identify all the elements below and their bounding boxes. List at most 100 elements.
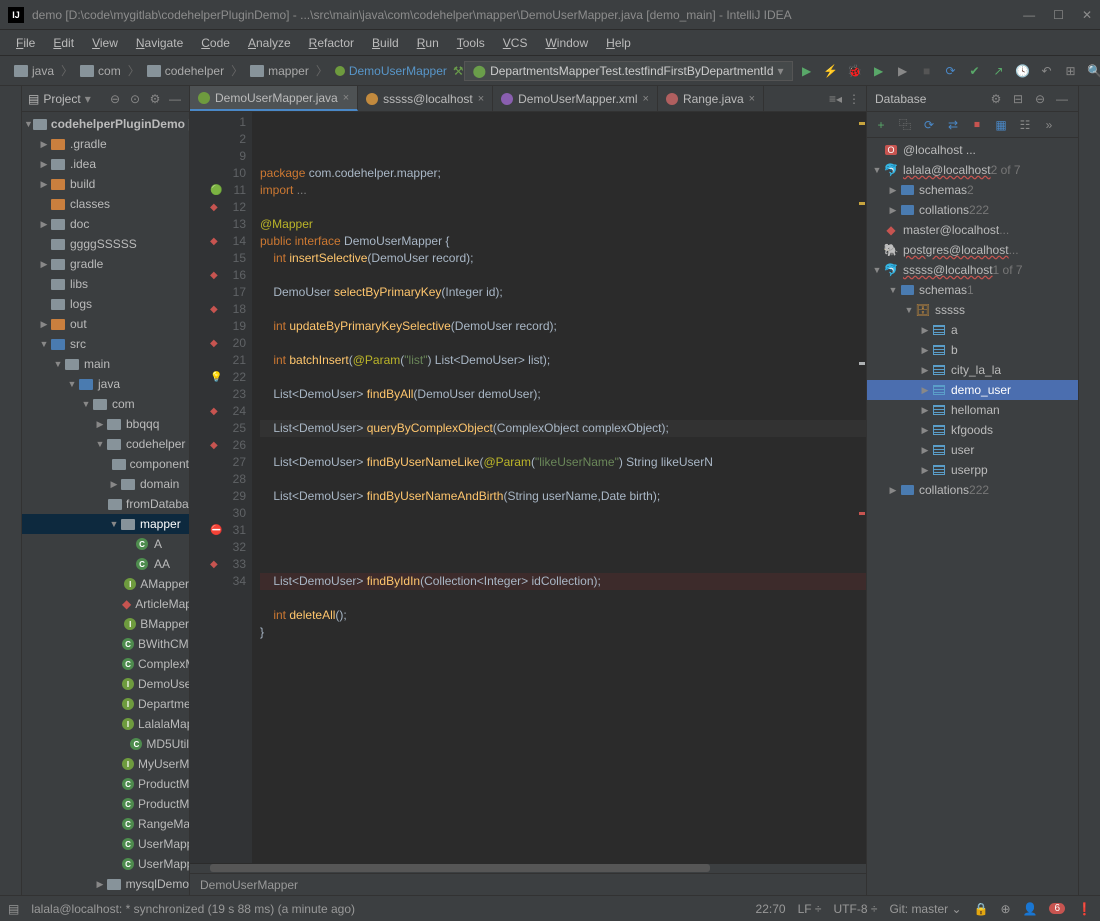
tree-node[interactable]: ▶out [22, 314, 189, 334]
tree-node[interactable]: IBMapper [22, 614, 189, 634]
gear-icon[interactable]: ⚙ [988, 91, 1004, 107]
close-icon[interactable]: × [749, 93, 755, 105]
tree-node[interactable]: IDepartmentsMapper [22, 694, 189, 714]
db-node[interactable]: ▶userpp [867, 460, 1078, 480]
code-line[interactable] [260, 522, 866, 539]
gutter-mark-icon[interactable]: ◆ [210, 267, 218, 284]
minimize-icon[interactable]: — [1023, 8, 1035, 22]
code-line[interactable] [260, 590, 866, 607]
gutter-mark-icon[interactable]: ◆ [210, 437, 218, 454]
debug-flash-icon[interactable]: ⚡ [823, 63, 839, 79]
gutter[interactable]: 12910🟢11◆1213◆1415◆1617◆1819◆2021💡2223◆2… [190, 112, 252, 863]
line-separator[interactable]: LF ÷ [798, 902, 822, 916]
arrow-icon[interactable]: ▶ [94, 419, 106, 430]
menu-code[interactable]: Code [193, 33, 238, 53]
tree-node[interactable]: CProductMapper [22, 774, 189, 794]
tree-node[interactable]: logs [22, 294, 189, 314]
db-node[interactable]: ▶city_la_la [867, 360, 1078, 380]
code-line[interactable]: List<DemoUser> findByIdIn(Collection<Int… [260, 573, 866, 590]
collapse-icon[interactable]: ⊖ [1032, 91, 1048, 107]
tree-node[interactable]: CRangeMapper [22, 814, 189, 834]
tree-node[interactable]: ▼main [22, 354, 189, 374]
project-tree[interactable]: ▼ codehelperPluginDemo [demo] ▶.gradle▶.… [22, 112, 189, 895]
encoding[interactable]: UTF-8 ÷ [834, 902, 878, 916]
arrow-icon[interactable]: ▼ [887, 285, 899, 295]
db-node[interactable]: ▶kfgoods [867, 420, 1078, 440]
arrow-icon[interactable]: ▼ [871, 265, 883, 275]
sync-icon[interactable]: ⇄ [945, 117, 961, 133]
tree-node[interactable]: ▶.idea [22, 154, 189, 174]
maximize-icon[interactable]: ☐ [1053, 8, 1064, 22]
tree-node[interactable]: fromDatabase [22, 494, 189, 514]
tree-node[interactable]: ▼codehelper [22, 434, 189, 454]
menu-run[interactable]: Run [409, 33, 447, 53]
arrow-icon[interactable]: ▶ [38, 179, 50, 190]
db-node[interactable]: ▶collations 222 [867, 200, 1078, 220]
hector-icon[interactable]: 👤 [1023, 902, 1038, 916]
sync-status-icon[interactable]: ▤ [8, 902, 19, 916]
db-node[interactable]: ▶b [867, 340, 1078, 360]
stop-icon[interactable]: ■ [919, 63, 935, 79]
arrow-icon[interactable]: ▶ [38, 259, 50, 270]
lock-icon[interactable]: 🔒 [974, 902, 989, 916]
stop-icon[interactable]: ⏹ [969, 117, 985, 133]
arrow-icon[interactable]: ▶ [919, 445, 931, 456]
code-line[interactable]: List<DemoUser> findByUserNameAndBirth(St… [260, 488, 866, 505]
cursor-position[interactable]: 22:70 [756, 902, 786, 916]
tree-node[interactable]: IMyUserMapper [22, 754, 189, 774]
collapse-icon[interactable]: ⊖ [107, 91, 123, 107]
menu-analyze[interactable]: Analyze [240, 33, 299, 53]
gutter-mark-icon[interactable]: 💡 [210, 369, 222, 386]
gutter-mark-icon[interactable]: ◆ [210, 335, 218, 352]
arrow-icon[interactable]: ▶ [38, 159, 50, 170]
tree-node[interactable]: IDemoUserMapper [22, 674, 189, 694]
code-line[interactable]: DemoUser selectByPrimaryKey(Integer id); [260, 284, 866, 301]
refresh-icon[interactable]: ⟳ [921, 117, 937, 133]
arrow-icon[interactable]: ▶ [919, 365, 931, 376]
code-line[interactable]: List<DemoUser> findByUserNameLike(@Param… [260, 454, 866, 471]
code-line[interactable] [260, 556, 866, 573]
tab[interactable]: sssss@localhost× [358, 86, 493, 111]
code-line[interactable]: List<DemoUser> findByAll(DemoUser demoUs… [260, 386, 866, 403]
bug-icon[interactable]: 🐞 [847, 63, 863, 79]
db-node[interactable]: ▶collations 222 [867, 480, 1078, 500]
notify-icon[interactable]: ❗ [1077, 902, 1092, 916]
table-icon[interactable]: ▦ [993, 117, 1009, 133]
tree-node[interactable]: libs [22, 274, 189, 294]
close-icon[interactable]: × [478, 93, 484, 105]
target-icon[interactable]: ⊙ [127, 91, 143, 107]
search-icon[interactable]: 🔍 [1087, 63, 1100, 79]
code-line[interactable]: int insertSelective(DemoUser record); [260, 250, 866, 267]
code-line[interactable]: int batchInsert(@Param("list") List<Demo… [260, 352, 866, 369]
menu-edit[interactable]: Edit [45, 33, 82, 53]
menu-refactor[interactable]: Refactor [301, 33, 362, 53]
arrow-icon[interactable]: ▶ [919, 325, 931, 336]
code-line[interactable] [260, 369, 866, 386]
code-line[interactable]: import ... [260, 182, 866, 199]
code-line[interactable]: } [260, 624, 866, 641]
hammer-icon[interactable]: ⚒ [453, 63, 464, 79]
gear-icon[interactable]: ⚙ [147, 91, 163, 107]
db-node[interactable]: 🐘postgres@localhost ... [867, 240, 1078, 260]
tree-node[interactable]: ▼src [22, 334, 189, 354]
breadcrumb-bar[interactable]: DemoUserMapper [190, 873, 866, 895]
arrow-icon[interactable]: ▶ [94, 879, 106, 890]
tree-node[interactable]: ▶build [22, 174, 189, 194]
copy-icon[interactable]: ⿻ [897, 117, 913, 133]
tree-node[interactable]: CUserMapper2 [22, 854, 189, 874]
code-line[interactable] [260, 199, 866, 216]
gutter-mark-icon[interactable]: 🟢 [210, 182, 222, 199]
menu-build[interactable]: Build [364, 33, 407, 53]
arrow-icon[interactable]: ▶ [887, 205, 899, 216]
update-icon[interactable]: ⟳ [943, 63, 959, 79]
memory-icon[interactable]: ⊕ [1000, 902, 1010, 916]
hscrollbar[interactable] [190, 863, 866, 873]
db-node[interactable]: ▶helloman [867, 400, 1078, 420]
arrow-icon[interactable]: ▶ [887, 485, 899, 496]
db-node[interactable]: O@localhost ... [867, 140, 1078, 160]
arrow-icon[interactable]: ▶ [38, 219, 50, 230]
db-node[interactable]: ▼schemas 1 [867, 280, 1078, 300]
database-tree[interactable]: O@localhost ...▼🐬lalala@localhost 2 of 7… [867, 138, 1078, 895]
tree-node[interactable]: ▶doc [22, 214, 189, 234]
arrow-icon[interactable]: ▶ [108, 479, 120, 490]
